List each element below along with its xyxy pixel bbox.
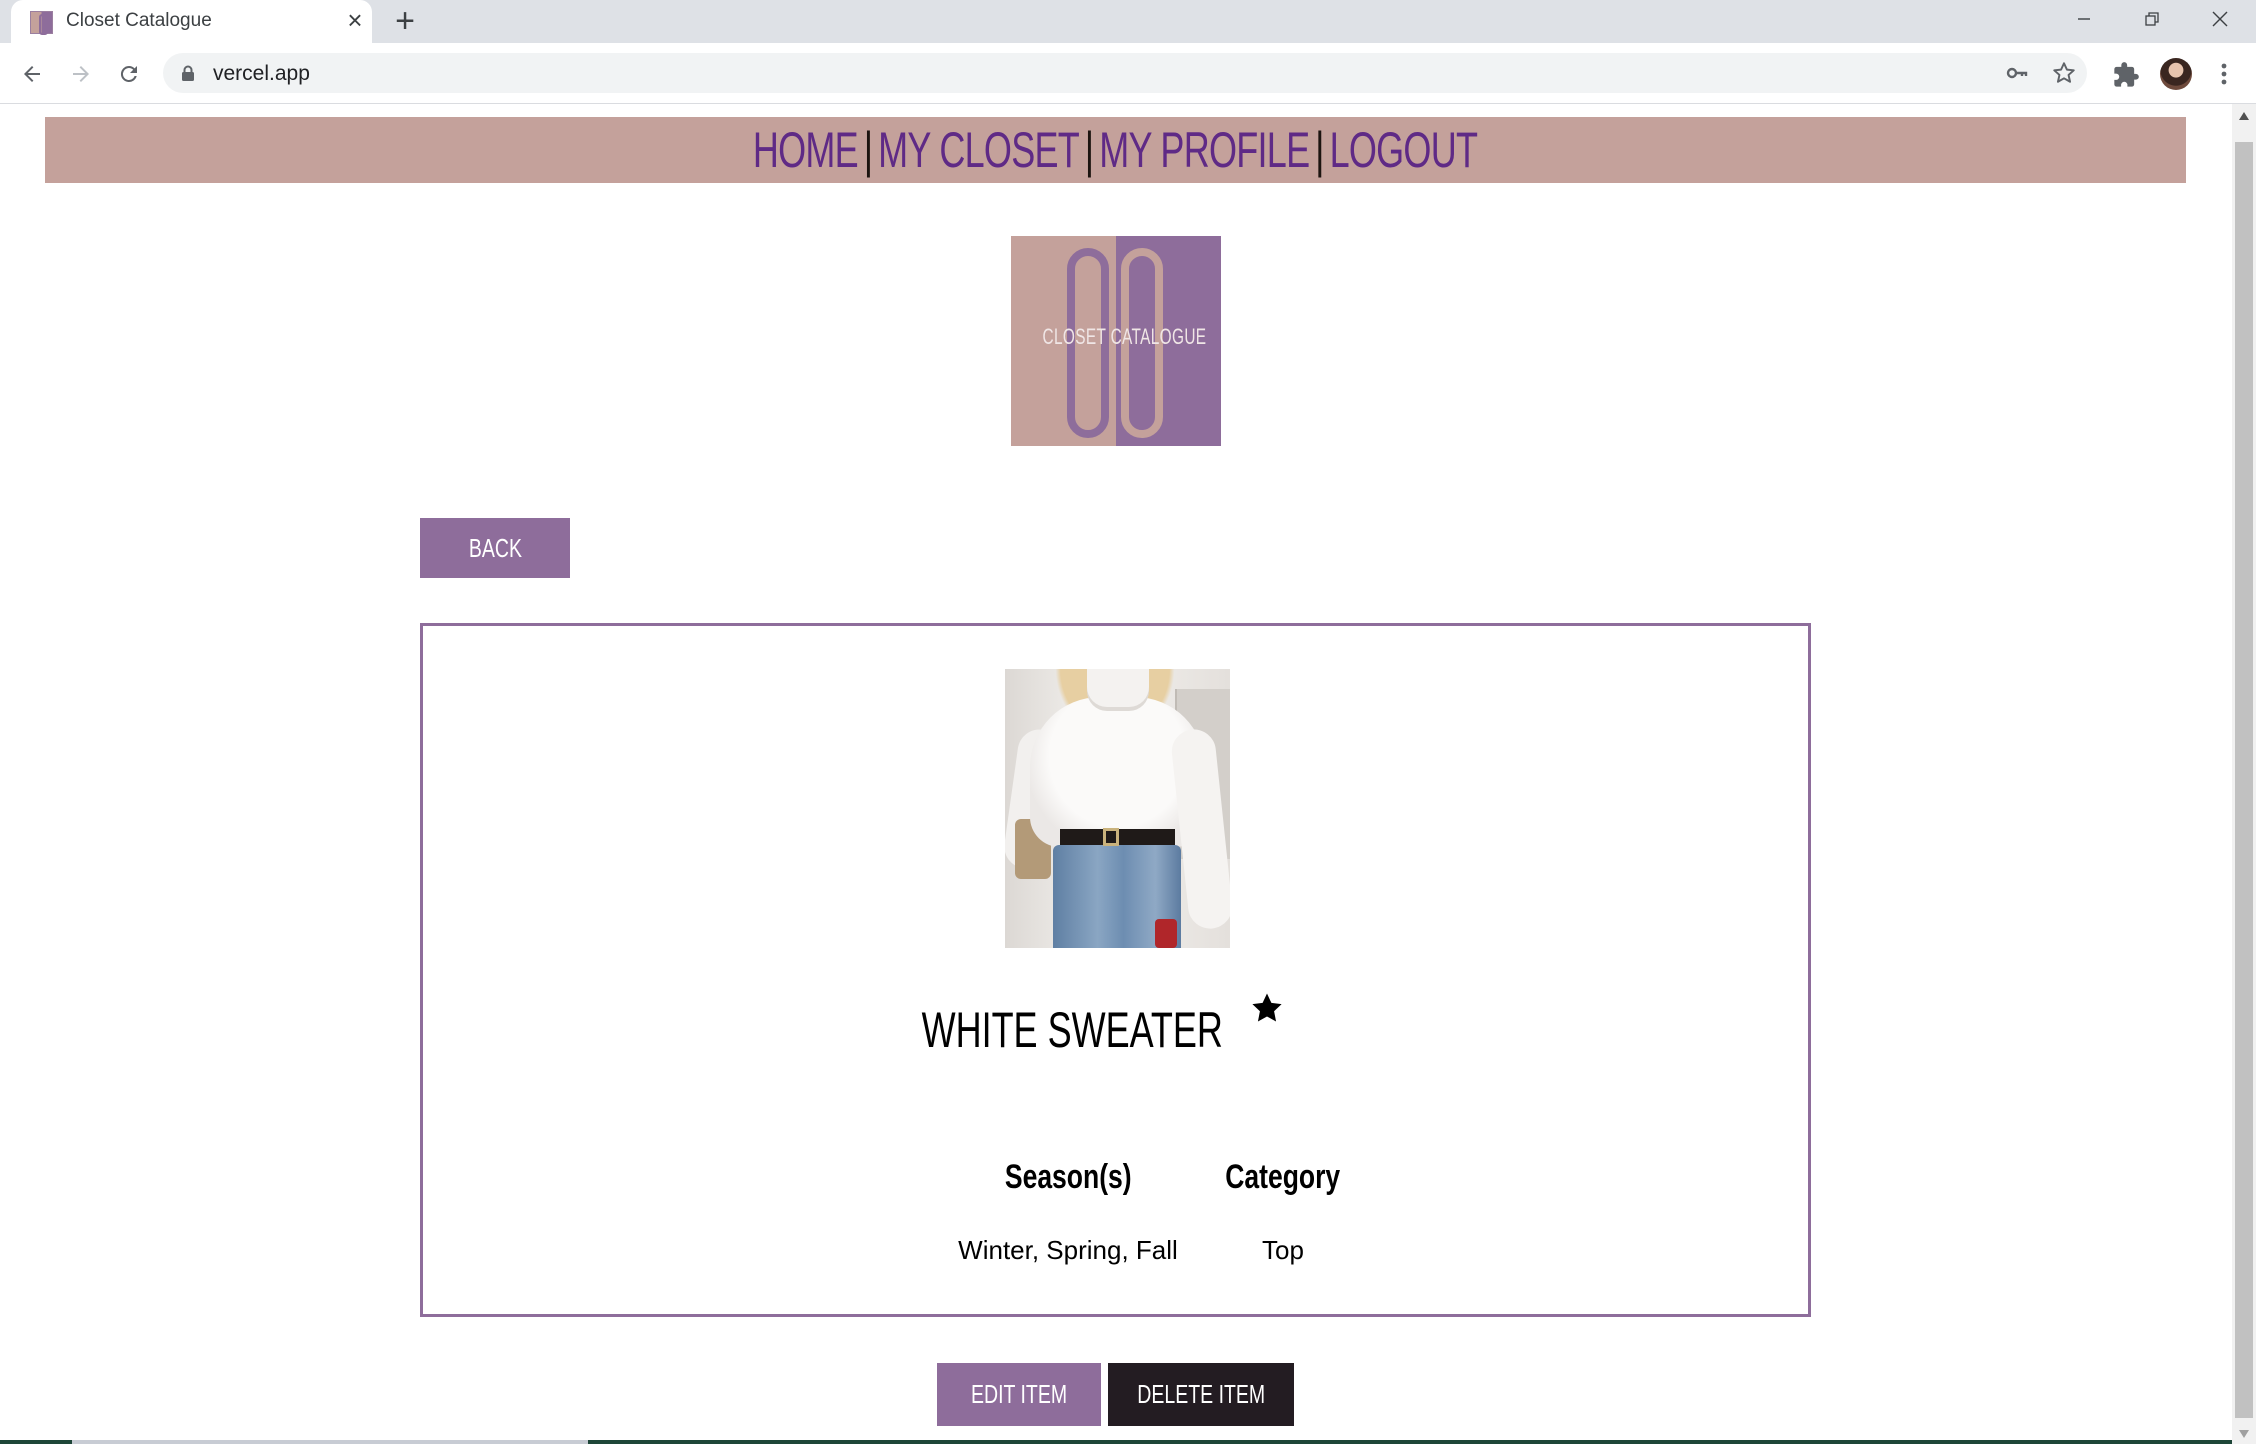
star-filled-icon[interactable] [1250, 991, 1284, 1025]
edit-item-button[interactable]: EDIT ITEM [937, 1363, 1101, 1426]
profile-avatar[interactable] [2160, 58, 2192, 90]
lock-icon[interactable] [181, 65, 195, 81]
site-navbar: HOME | MY CLOSET | MY PROFILE | LOGOUT [45, 117, 2186, 183]
scroll-down-arrow-icon[interactable] [2232, 1424, 2256, 1444]
browser-tab[interactable]: Closet Catalogue × [11, 0, 372, 43]
seasons-header: Season(s) [1004, 1158, 1132, 1196]
restore-icon[interactable] [2118, 0, 2186, 38]
minimize-icon[interactable] [2050, 0, 2118, 38]
nav-links: HOME | MY CLOSET | MY PROFILE | LOGOUT [753, 121, 1478, 179]
item-card: WHITE SWEATER Season(s) Category Winter,… [420, 623, 1811, 1317]
browser-toolbar: vercel.app [0, 43, 2256, 104]
scrollbar-thumb[interactable] [2235, 142, 2253, 1418]
arrow-left-icon[interactable] [15, 57, 49, 91]
window-close-icon[interactable] [2186, 0, 2254, 38]
close-icon[interactable]: × [341, 6, 369, 34]
site-logo: CLOSET CATALOGUE [1011, 236, 1221, 446]
url-text[interactable]: vercel.app [213, 62, 310, 86]
nav-home-link[interactable]: HOME [753, 122, 859, 178]
reload-icon[interactable] [112, 57, 146, 91]
logo-text: CLOSET CATALOGUE [1042, 324, 1207, 349]
puzzle-icon[interactable] [2112, 61, 2140, 89]
favicon-icon [30, 11, 53, 35]
category-value: Top [1262, 1235, 1304, 1265]
address-bar[interactable]: vercel.app [163, 53, 2087, 93]
page-viewport: HOME | MY CLOSET | MY PROFILE | LOGOUT CLOSET … [0, 104, 2232, 1444]
browser-tab-strip: Closet Catalogue × + [0, 0, 2256, 43]
delete-item-label: DELETE ITEM [1137, 1379, 1265, 1409]
delete-item-button[interactable]: DELETE ITEM [1108, 1363, 1294, 1426]
seasons-value: Winter, Spring, Fall [958, 1235, 1178, 1265]
item-photo [1005, 669, 1230, 948]
nav-separator: | [864, 122, 873, 178]
category-header: Category [1225, 1158, 1341, 1196]
back-button-label: BACK [468, 532, 522, 563]
page-bottom-edge [0, 1440, 2232, 1444]
nav-my-closet-link[interactable]: MY CLOSET [879, 122, 1081, 178]
nav-separator: | [1085, 122, 1094, 178]
arrow-right-icon[interactable] [64, 57, 98, 91]
kebab-menu-icon[interactable] [2210, 60, 2238, 88]
key-icon[interactable] [2005, 61, 2029, 85]
back-button[interactable]: BACK [420, 518, 570, 578]
tab-title: Closet Catalogue [66, 10, 212, 31]
edit-item-label: EDIT ITEM [970, 1379, 1068, 1409]
star-outline-icon[interactable] [2051, 60, 2077, 86]
nav-logout-link[interactable]: LOGOUT [1330, 122, 1478, 178]
nav-separator: | [1315, 122, 1325, 178]
vertical-scrollbar[interactable] [2232, 104, 2256, 1444]
new-tab-plus-icon[interactable]: + [388, 4, 422, 38]
item-name: WHITE SWEATER [921, 1002, 1223, 1058]
nav-my-profile-link[interactable]: MY PROFILE [1100, 122, 1311, 178]
scroll-up-arrow-icon[interactable] [2232, 104, 2256, 128]
